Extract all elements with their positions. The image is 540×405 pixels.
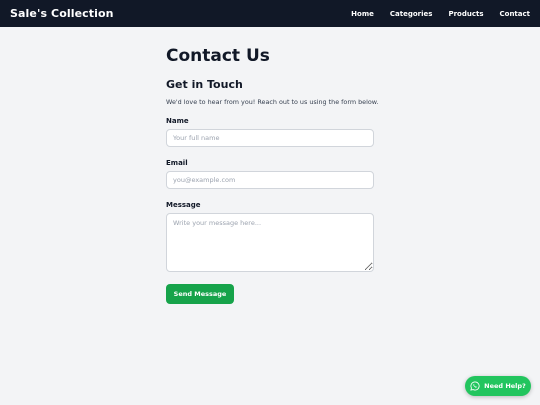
brand-logo[interactable]: Sale's Collection	[10, 7, 114, 20]
intro-text: We'd love to hear from you! Reach out to…	[166, 98, 379, 106]
message-textarea[interactable]	[166, 213, 374, 272]
name-input[interactable]	[166, 129, 374, 147]
email-input[interactable]	[166, 171, 374, 189]
contact-form: Name Email Message Send Message	[166, 116, 374, 304]
nav-link-categories[interactable]: Categories	[390, 10, 433, 18]
nav-links: Home Categories Products Contact	[351, 10, 530, 18]
section-title: Get in Touch	[166, 78, 243, 91]
message-label: Message	[166, 201, 201, 209]
whatsapp-icon	[470, 381, 480, 391]
navbar: Sale's Collection Home Categories Produc…	[0, 0, 540, 27]
contact-section: Contact Us Get in Touch We'd love to hea…	[166, 44, 379, 304]
page-title: Contact Us	[166, 46, 270, 66]
email-label: Email	[166, 159, 188, 167]
need-help-button[interactable]: Need Help?	[465, 376, 531, 396]
need-help-label: Need Help?	[484, 382, 526, 390]
nav-link-home[interactable]: Home	[351, 10, 374, 18]
nav-link-products[interactable]: Products	[448, 10, 483, 18]
send-message-button[interactable]: Send Message	[166, 284, 234, 304]
name-label: Name	[166, 117, 189, 125]
nav-link-contact[interactable]: Contact	[500, 10, 531, 18]
